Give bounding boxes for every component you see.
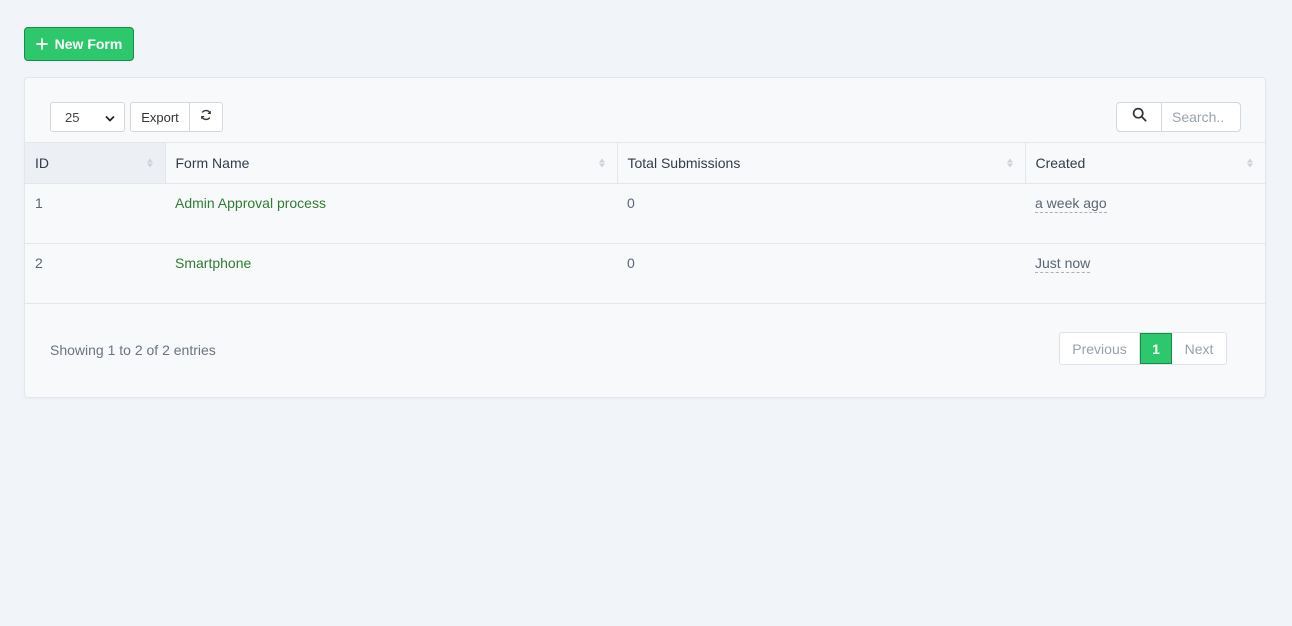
plus-icon: [35, 38, 48, 50]
search-input[interactable]: [1162, 103, 1240, 131]
search-icon: [1132, 107, 1147, 127]
table-row: 1 Admin Approval process 0 a week ago: [25, 183, 1265, 244]
previous-page-button[interactable]: Previous: [1060, 333, 1140, 364]
column-label: Form Name: [175, 155, 250, 171]
sort-icon: [1247, 158, 1253, 168]
created-time: a week ago: [1035, 195, 1107, 213]
sort-icon: [146, 158, 153, 168]
forms-table: ID Form Name Total Submissions Created 1…: [25, 142, 1265, 304]
page-size-select[interactable]: 25: [50, 102, 125, 132]
form-link[interactable]: Smartphone: [175, 255, 251, 271]
column-label: Created: [1035, 155, 1086, 171]
chevron-down-icon: [105, 110, 115, 125]
page-button[interactable]: 1: [1140, 333, 1172, 364]
cell-created: Just now: [1025, 243, 1265, 304]
search-box: [1116, 102, 1241, 132]
new-form-button[interactable]: New Form: [24, 27, 134, 61]
table-row: 2 Smartphone 0 Just now: [25, 243, 1265, 304]
next-page-button[interactable]: Next: [1172, 333, 1226, 364]
table-header-row: ID Form Name Total Submissions Created: [25, 142, 1265, 184]
page-size-value: 25: [65, 109, 80, 125]
export-button[interactable]: Export: [131, 103, 190, 131]
search-button[interactable]: [1117, 103, 1162, 131]
column-header-form-name[interactable]: Form Name: [165, 142, 618, 184]
column-label: Total Submissions: [627, 155, 741, 171]
cell-form-name: Smartphone: [165, 243, 617, 304]
column-label: ID: [35, 155, 49, 171]
cell-form-name: Admin Approval process: [165, 183, 617, 244]
new-form-label: New Form: [54, 36, 123, 52]
pagination: Previous 1 Next: [1059, 332, 1227, 365]
cell-created: a week ago: [1025, 183, 1265, 244]
table-actions: Export: [130, 102, 223, 132]
sort-icon: [1006, 158, 1013, 168]
cell-total-submissions: 0: [617, 183, 1025, 244]
column-header-total-submissions[interactable]: Total Submissions: [617, 142, 1026, 184]
cell-id: 2: [25, 243, 165, 304]
column-header-id[interactable]: ID: [25, 142, 166, 184]
entries-info: Showing 1 to 2 of 2 entries: [50, 342, 216, 358]
cell-id: 1: [25, 183, 165, 244]
forms-card: 25 Export Search.. ID Form Name Total Su…: [24, 77, 1266, 398]
cell-total-submissions: 0: [617, 243, 1025, 304]
refresh-button[interactable]: [190, 103, 222, 131]
refresh-icon: [200, 108, 212, 126]
column-header-created[interactable]: Created: [1025, 142, 1265, 184]
sort-icon: [598, 158, 605, 168]
form-link[interactable]: Admin Approval process: [175, 195, 326, 211]
created-time: Just now: [1035, 255, 1091, 273]
